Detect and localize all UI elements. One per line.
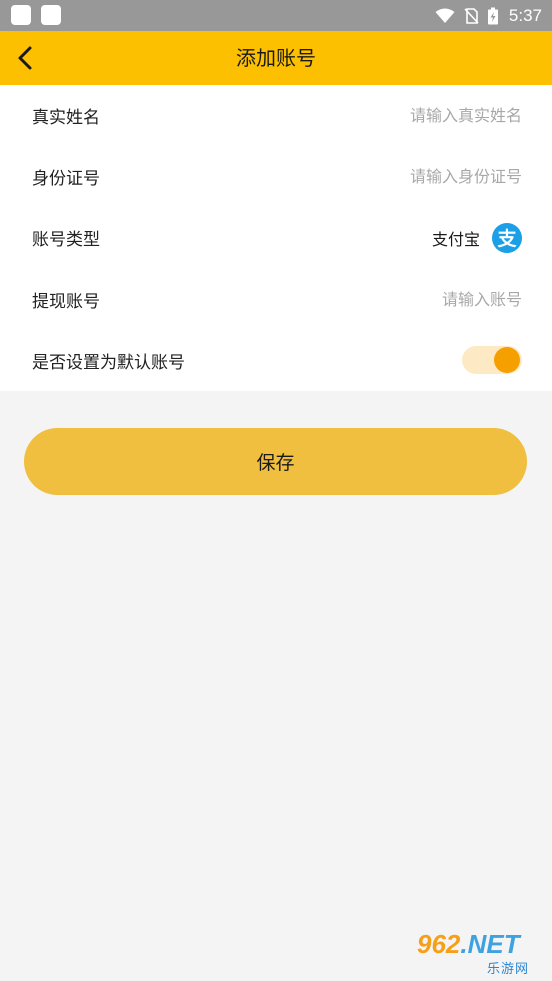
account-type-label: 账号类型 [32, 230, 100, 251]
account-type-value: 支付宝 [431, 229, 480, 249]
toggle-knob [494, 347, 520, 374]
id-number-input[interactable] [112, 167, 522, 187]
default-account-toggle[interactable] [462, 346, 522, 375]
account-form: 真实姓名 身份证号 账号类型 支付宝 支 提现账号 是否设置为默认账号 [0, 85, 552, 391]
battery-charging-icon [487, 7, 498, 24]
alipay-icon: 支 [492, 222, 522, 253]
default-account-label: 是否设置为默认账号 [32, 352, 185, 373]
real-name-label: 真实姓名 [32, 108, 100, 129]
no-sim-icon [464, 7, 479, 24]
id-number-row: 身份证号 [0, 146, 552, 207]
wifi-icon [435, 8, 455, 23]
real-name-input[interactable] [112, 106, 522, 126]
save-button[interactable]: 保存 [24, 428, 527, 495]
notification-icon [11, 5, 31, 25]
real-name-row: 真实姓名 [0, 85, 552, 146]
clock: 5:37 [508, 5, 542, 25]
status-bar: 5:37 [0, 0, 552, 31]
account-type-row[interactable]: 账号类型 支付宝 支 [0, 207, 552, 268]
id-number-label: 身份证号 [32, 169, 100, 190]
watermark-logo: 962.NET 乐游网 [413, 929, 548, 977]
account-type-selector[interactable]: 支付宝 支 [431, 222, 522, 253]
default-account-row: 是否设置为默认账号 [0, 330, 552, 391]
status-icons: 5:37 [435, 0, 542, 31]
withdraw-account-input[interactable] [112, 289, 522, 309]
page-title: 添加账号 [236, 46, 316, 70]
notification-icon [41, 5, 61, 25]
watermark-suffix: .NET [460, 929, 520, 959]
watermark-tagline: 乐游网 [487, 962, 530, 977]
app-bar: 添加账号 [0, 31, 552, 85]
withdraw-account-row: 提现账号 [0, 269, 552, 330]
withdraw-account-label: 提现账号 [32, 291, 100, 312]
watermark-number: 962 [417, 929, 461, 959]
